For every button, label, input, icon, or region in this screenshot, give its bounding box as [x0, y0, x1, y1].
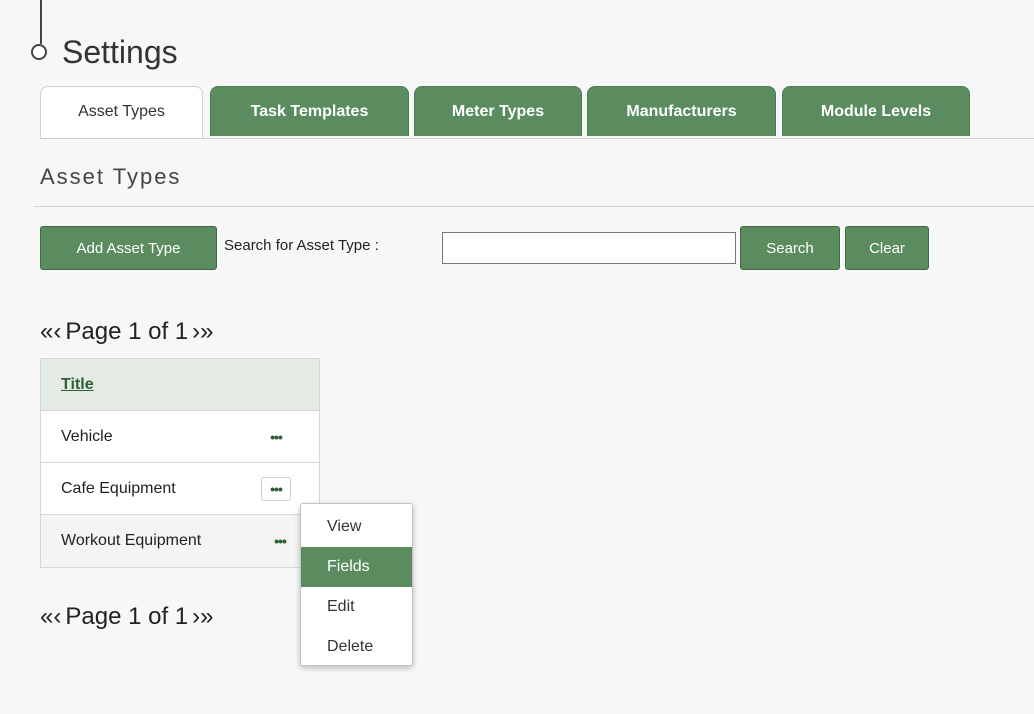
menu-item-fields[interactable]: Fields [301, 547, 412, 587]
tab-manufacturers[interactable]: Manufacturers [587, 86, 776, 136]
page-indicator: Page 1 of 1 [65, 318, 189, 345]
tab-task-templates[interactable]: Task Templates [210, 86, 409, 136]
more-actions-icon[interactable]: ••• [261, 476, 291, 501]
clear-button[interactable]: Clear [845, 226, 929, 270]
pager-bottom: « ‹ Page 1 of 1 › » [40, 603, 213, 631]
add-asset-type-button[interactable]: Add Asset Type [40, 226, 217, 270]
section-divider [34, 206, 1034, 207]
table-row: Workout Equipment ••• [41, 515, 319, 567]
tab-asset-types[interactable]: Asset Types [40, 86, 203, 138]
section-title: Asset Types [40, 164, 182, 189]
menu-item-delete[interactable]: Delete [301, 627, 412, 667]
last-page-icon[interactable]: » [200, 318, 213, 346]
next-page-icon[interactable]: › [192, 603, 200, 631]
search-label: Search for Asset Type : [224, 237, 379, 254]
first-page-icon[interactable]: « [40, 603, 53, 631]
first-page-icon[interactable]: « [40, 318, 53, 346]
row-actions-menu: View Fields Edit Delete [300, 503, 413, 666]
title-column-sort-link[interactable]: Title [61, 376, 94, 394]
last-page-icon[interactable]: » [200, 603, 213, 631]
menu-item-edit[interactable]: Edit [301, 587, 412, 627]
table-row: Cafe Equipment ••• [41, 463, 319, 515]
table-header: Title [41, 359, 319, 411]
timeline-circle-icon [31, 44, 47, 60]
prev-page-icon[interactable]: ‹ [53, 318, 61, 346]
table-row: Vehicle ••• [41, 411, 319, 463]
tab-module-levels[interactable]: Module Levels [782, 86, 970, 136]
menu-item-view[interactable]: View [301, 507, 412, 547]
search-button[interactable]: Search [740, 226, 840, 270]
timeline-line [40, 0, 42, 44]
page-indicator: Page 1 of 1 [65, 603, 189, 630]
row-title: Cafe Equipment [61, 479, 176, 497]
asset-types-table: Title Vehicle ••• Cafe Equipment ••• Wor… [40, 358, 320, 568]
row-title: Vehicle [61, 427, 113, 445]
tab-meter-types[interactable]: Meter Types [414, 86, 582, 136]
row-title: Workout Equipment [61, 532, 202, 549]
more-actions-icon[interactable]: ••• [265, 529, 295, 553]
page-title: Settings [62, 34, 178, 70]
more-actions-icon[interactable]: ••• [261, 425, 291, 449]
next-page-icon[interactable]: › [192, 318, 200, 346]
prev-page-icon[interactable]: ‹ [53, 603, 61, 631]
pager-top: « ‹ Page 1 of 1 › » [40, 318, 213, 346]
search-input[interactable] [442, 232, 736, 264]
settings-tabs: Asset Types Task Templates Meter Types M… [40, 86, 1034, 139]
